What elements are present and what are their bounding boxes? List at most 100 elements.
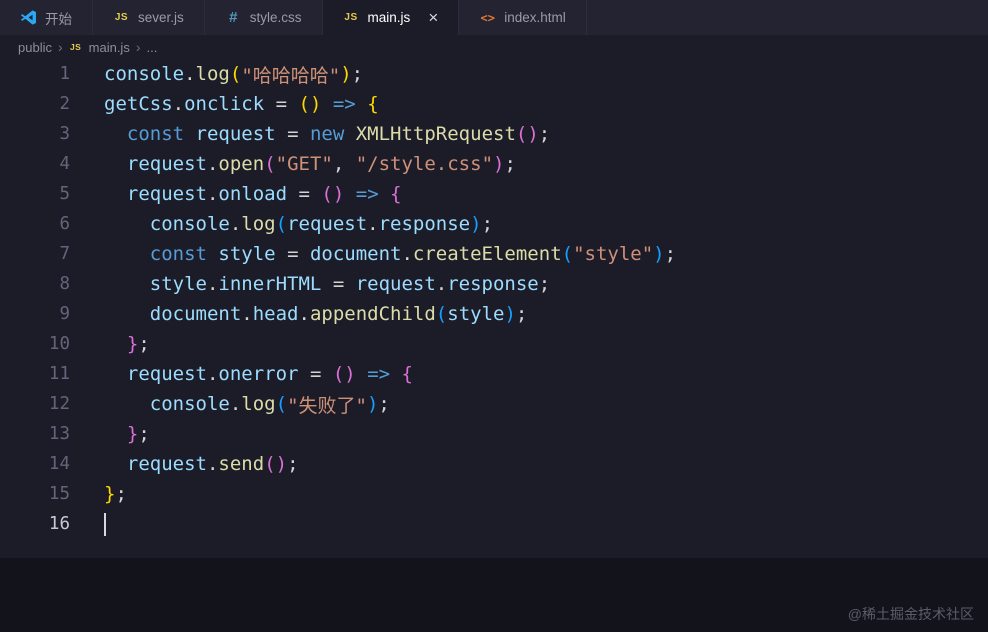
code-token: getCss	[104, 93, 173, 115]
tab-main-js[interactable]: JS main.js ×	[322, 0, 460, 35]
code-token: log	[241, 393, 276, 415]
line-number[interactable]: 4	[0, 154, 70, 174]
breadcrumb-item-main-js[interactable]: main.js	[89, 40, 130, 55]
code-token: appendChild	[309, 303, 436, 325]
code-token: (	[321, 183, 333, 205]
code-token: const	[126, 123, 185, 145]
code-token: .	[206, 453, 219, 475]
breadcrumb-item-public[interactable]: public	[18, 40, 52, 55]
line-number[interactable]: 13	[0, 424, 70, 444]
code-token: =	[275, 123, 310, 145]
code-text: const style = document. createElement("st…	[70, 243, 676, 265]
code-token: ;	[287, 453, 299, 475]
code-line[interactable]: 6 console. log(request. response);	[0, 209, 988, 239]
code-token: )	[504, 303, 516, 325]
line-number[interactable]: 16	[0, 514, 70, 534]
line-number[interactable]: 1	[0, 64, 70, 84]
code-token: .	[229, 393, 242, 415]
code-text: request. open("GET", "/style.css");	[70, 153, 516, 175]
code-token: ;	[138, 423, 150, 445]
tab-style-css[interactable]: # style.css	[205, 0, 323, 35]
js-file-icon: JS	[114, 12, 129, 23]
code-token: open	[218, 153, 265, 175]
code-token: style	[218, 243, 276, 265]
breadcrumb-item-more[interactable]: ...	[147, 40, 158, 55]
code-token: {	[390, 183, 402, 205]
line-number[interactable]: 3	[0, 124, 70, 144]
tab-label: index.html	[504, 10, 566, 25]
code-token: "失败了"	[287, 394, 367, 417]
code-line[interactable]: 16	[0, 509, 988, 539]
code-editor[interactable]: 1 console. log("哈哈哈哈"); 2 getCss. onclick = (…	[0, 59, 988, 539]
code-line[interactable]: 8 style. innerHTML = request. response;	[0, 269, 988, 299]
code-token: ;	[538, 273, 551, 295]
code-token: )	[493, 153, 505, 175]
code-line[interactable]: 1 console. log("哈哈哈哈");	[0, 59, 988, 89]
line-number[interactable]: 15	[0, 484, 70, 504]
line-number[interactable]: 9	[0, 304, 70, 324]
line-number[interactable]: 8	[0, 274, 70, 294]
code-line[interactable]: 11 request. onerror = () => {	[0, 359, 988, 389]
code-token: "style"	[573, 243, 654, 265]
tab-label: sever.js	[138, 10, 184, 25]
line-number[interactable]: 7	[0, 244, 70, 264]
code-token: document	[149, 303, 242, 325]
code-token: .	[435, 273, 448, 295]
close-icon[interactable]: ×	[428, 9, 438, 26]
code-line[interactable]: 3 const request = new XMLHttpRequest();	[0, 119, 988, 149]
code-token: ;	[138, 333, 150, 355]
code-line[interactable]: 7 const style = document. createElement("…	[0, 239, 988, 269]
line-number[interactable]: 10	[0, 334, 70, 354]
code-line[interactable]: 10 };	[0, 329, 988, 359]
code-token: (	[332, 363, 345, 385]
code-line[interactable]: 9 document. head. appendChild(style);	[0, 299, 988, 329]
code-text: console. log(request. response);	[70, 213, 493, 235]
line-number[interactable]: 2	[0, 94, 70, 114]
line-number[interactable]: 5	[0, 184, 70, 204]
code-token: request	[126, 183, 207, 205]
code-token: =>	[332, 93, 356, 115]
tab-index-html[interactable]: <> index.html	[459, 0, 587, 35]
chevron-right-icon: ›	[57, 39, 63, 55]
css-file-icon: #	[229, 9, 238, 26]
code-token: ;	[378, 393, 390, 415]
code-line[interactable]: 12 console. log("失败了");	[0, 389, 988, 419]
code-text	[70, 512, 106, 536]
tab-sever-js[interactable]: JS sever.js	[93, 0, 205, 35]
code-token: (	[298, 93, 310, 115]
code-line[interactable]: 5 request. onload = () => {	[0, 179, 988, 209]
code-token: .	[206, 183, 219, 205]
code-line[interactable]: 2 getCss. onclick = () => {	[0, 89, 988, 119]
code-line[interactable]: 14 request. send();	[0, 449, 988, 479]
code-line[interactable]: 13 };	[0, 419, 988, 449]
code-token: request	[126, 363, 207, 385]
code-token: document	[309, 243, 402, 265]
code-token: innerHTML	[218, 273, 322, 295]
code-line[interactable]: 4 request. open("GET", "/style.css");	[0, 149, 988, 179]
code-text: console. log("哈哈哈哈");	[70, 61, 363, 88]
code-token: log	[195, 63, 230, 85]
code-token: ;	[504, 153, 516, 175]
tab-welcome[interactable]: 开始	[0, 0, 93, 35]
code-token: response	[447, 273, 539, 295]
code-text: request. onload = () => {	[70, 183, 402, 205]
code-token: request	[126, 153, 207, 175]
line-number[interactable]: 12	[0, 394, 70, 414]
js-file-icon: JS	[69, 42, 82, 52]
breadcrumb: public › JS main.js › ...	[0, 35, 988, 59]
code-line[interactable]: 15};	[0, 479, 988, 509]
code-text: document. head. appendChild(style);	[70, 303, 528, 325]
code-token: =	[321, 273, 356, 295]
tab-label: main.js	[367, 10, 411, 25]
line-number[interactable]: 14	[0, 454, 70, 474]
line-number[interactable]: 11	[0, 364, 70, 384]
line-number[interactable]: 6	[0, 214, 70, 234]
code-token: onclick	[184, 93, 265, 115]
